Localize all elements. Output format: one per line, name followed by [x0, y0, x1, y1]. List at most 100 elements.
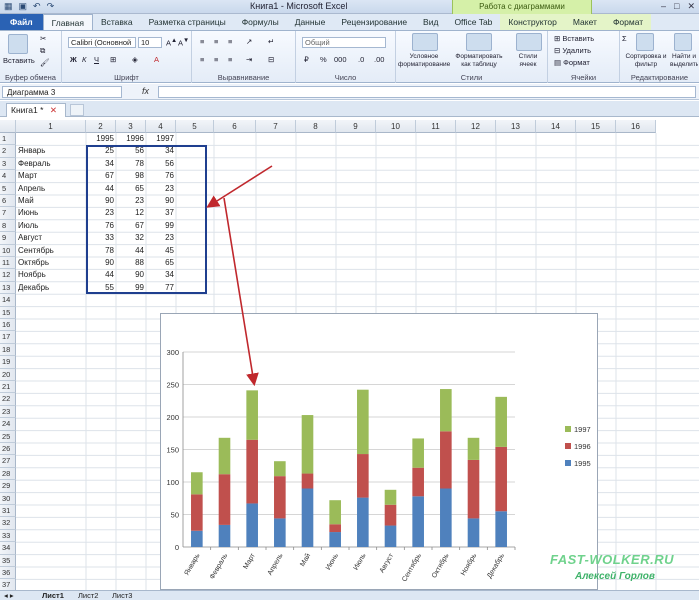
row-header[interactable]: 23: [0, 405, 16, 419]
column-header[interactable]: 10: [376, 120, 416, 133]
column-header[interactable]: 12: [456, 120, 496, 133]
align-bottom-icon[interactable]: ≡: [228, 37, 232, 46]
table-cell[interactable]: Июль: [16, 220, 86, 232]
bar-1996-5[interactable]: [329, 524, 341, 533]
tab-file[interactable]: Файл: [0, 14, 43, 30]
row-header[interactable]: 19: [0, 356, 16, 369]
column-header[interactable]: 2: [86, 120, 116, 133]
row-header[interactable]: 9: [0, 232, 16, 245]
table-cell[interactable]: Февраль: [16, 158, 86, 170]
row-header[interactable]: 7: [0, 207, 16, 220]
row-header[interactable]: 13: [0, 281, 16, 295]
table-cell[interactable]: Март: [16, 170, 86, 182]
bar-1995-4[interactable]: [301, 488, 314, 548]
tab-layout[interactable]: Макет: [564, 14, 605, 30]
row-header[interactable]: 22: [0, 393, 16, 406]
merge-icon[interactable]: ⊟: [268, 55, 274, 64]
bar-1995-2[interactable]: [246, 503, 258, 547]
bar-1996-9[interactable]: [440, 431, 452, 489]
row-header[interactable]: 34: [0, 542, 16, 555]
find-select-button[interactable]: Найти и выделить: [670, 53, 698, 69]
row-header[interactable]: 33: [0, 529, 16, 543]
table-cell[interactable]: Май: [16, 195, 86, 207]
autosum-icon[interactable]: Σ: [622, 34, 627, 43]
row-header[interactable]: 5: [0, 182, 16, 195]
bar-1997-9[interactable]: [440, 389, 452, 432]
bar-1996-3[interactable]: [274, 476, 286, 519]
row-header[interactable]: 20: [0, 368, 16, 381]
document-tab[interactable]: Книга1 * ✕: [6, 103, 66, 117]
bar-1995-6[interactable]: [357, 497, 369, 547]
bar-1995-3[interactable]: [274, 518, 286, 547]
column-header[interactable]: 4: [146, 120, 176, 133]
column-header[interactable]: 16: [616, 120, 656, 133]
format-table-icon[interactable]: [466, 33, 492, 51]
table-cell[interactable]: Ноябрь: [16, 269, 86, 281]
tab-design[interactable]: Конструктор: [500, 14, 565, 30]
row-header[interactable]: 12: [0, 269, 16, 282]
row-header[interactable]: 2: [0, 145, 16, 158]
bar-1995-5[interactable]: [329, 532, 341, 547]
row-header[interactable]: 35: [0, 554, 16, 567]
format-painter-icon[interactable]: 🖌: [40, 58, 50, 67]
row-header[interactable]: 4: [0, 170, 16, 183]
table-cell[interactable]: Сентябрь: [16, 245, 86, 257]
bar-1995-0[interactable]: [191, 530, 203, 547]
close-icon[interactable]: ✕: [687, 1, 695, 12]
close-icon[interactable]: ✕: [50, 105, 57, 115]
bar-1997-2[interactable]: [246, 390, 258, 440]
paste-icon[interactable]: [8, 34, 28, 54]
sort-filter-button[interactable]: Сортировка и фильтр: [624, 53, 668, 69]
increase-decimal-icon[interactable]: .0: [358, 55, 364, 64]
shrink-font-icon[interactable]: A▼: [178, 37, 189, 48]
bar-1997-7[interactable]: [384, 489, 397, 505]
bar-1996-6[interactable]: [357, 454, 369, 498]
column-header[interactable]: 11: [416, 120, 456, 133]
bar-1997-0[interactable]: [191, 472, 203, 495]
conditional-format-icon[interactable]: [412, 33, 438, 51]
underline-icon[interactable]: Ч: [94, 55, 99, 64]
bar-1997-11[interactable]: [495, 396, 507, 447]
borders-icon[interactable]: ⊞: [110, 55, 116, 64]
bar-1995-10[interactable]: [467, 518, 480, 547]
bar-1996-8[interactable]: [412, 467, 424, 497]
cell-styles-icon[interactable]: [516, 33, 542, 51]
column-header[interactable]: 14: [536, 120, 576, 133]
table-cell[interactable]: 1996: [116, 133, 146, 145]
bar-1996-1[interactable]: [218, 474, 231, 525]
column-header[interactable]: 9: [336, 120, 376, 133]
row-header[interactable]: 29: [0, 480, 16, 493]
bar-1996-4[interactable]: [301, 473, 314, 489]
column-header[interactable]: 3: [116, 120, 146, 133]
align-left-icon[interactable]: ≡: [200, 55, 204, 64]
orientation-icon[interactable]: ↗: [246, 37, 252, 46]
row-header[interactable]: 21: [0, 381, 16, 394]
font-color-icon[interactable]: A: [154, 55, 159, 64]
row-header[interactable]: 25: [0, 430, 16, 443]
row-header[interactable]: 11: [0, 257, 16, 270]
bar-1995-7[interactable]: [384, 525, 397, 547]
align-right-icon[interactable]: ≡: [228, 55, 232, 64]
row-header[interactable]: 32: [0, 517, 16, 530]
tab-office-tab[interactable]: Office Tab: [446, 14, 500, 30]
table-cell[interactable]: Август: [16, 232, 86, 244]
column-header[interactable]: 6: [214, 120, 256, 133]
bar-1996-2[interactable]: [246, 439, 258, 504]
currency-icon[interactable]: ₽: [304, 55, 309, 64]
minimize-icon[interactable]: –: [661, 1, 666, 12]
italic-icon[interactable]: К: [82, 55, 86, 64]
bar-1996-10[interactable]: [467, 459, 480, 519]
row-header[interactable]: 1: [0, 133, 16, 146]
table-cell[interactable]: Январь: [16, 145, 86, 157]
name-box[interactable]: Диаграмма 3: [2, 86, 122, 98]
column-header[interactable]: 8: [296, 120, 336, 133]
delete-cells-button[interactable]: ⊟ Удалить: [554, 46, 591, 55]
insert-cells-button[interactable]: ⊞ Вставить: [554, 34, 594, 43]
bar-1996-0[interactable]: [191, 494, 203, 531]
indent-icon[interactable]: ⇥: [246, 55, 252, 64]
row-header[interactable]: 3: [0, 157, 16, 171]
row-header[interactable]: 10: [0, 244, 16, 257]
column-header[interactable]: 15: [576, 120, 616, 133]
row-header[interactable]: 8: [0, 219, 16, 233]
cut-icon[interactable]: ✂: [40, 34, 46, 43]
